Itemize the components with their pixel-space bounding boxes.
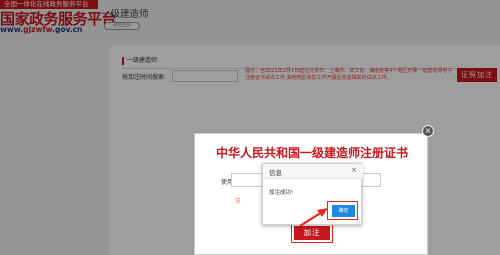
- arrow-shaft: [299, 211, 323, 227]
- arrow-head: [317, 208, 328, 217]
- arrow-icon: [299, 208, 328, 227]
